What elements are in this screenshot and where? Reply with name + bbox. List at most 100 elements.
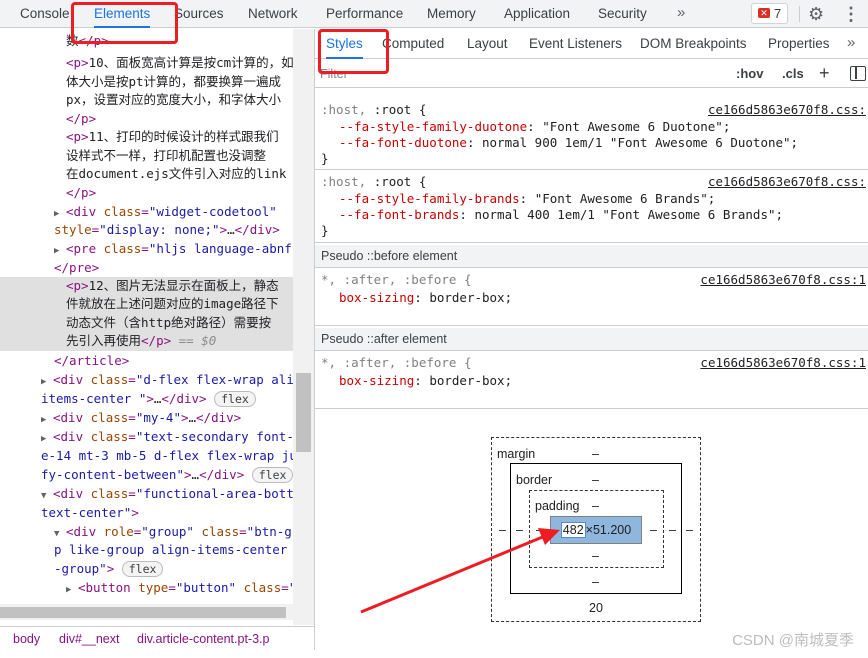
dom-node-attr[interactable]: fy-content-between">…</div> flex [41,466,294,485]
dom-node-text[interactable]: 在document.ejs文件引入对应的link [66,165,286,184]
dom-node-div[interactable]: ▶ <div class="text-secondary font-s [41,428,301,447]
tab-layout[interactable]: Layout [467,29,508,59]
dom-node-text[interactable]: 件就放在上述问题对应的image路径下 [0,295,293,314]
rule-source-link[interactable]: ce166d5863e670f8.css:1 [700,355,866,370]
dom-node-p-selected[interactable]: <p>12、图片无法显示在面板上，静态 [0,277,293,296]
breadcrumb: body div#__next div.article-content.pt-3… [0,626,314,650]
dom-node-div[interactable]: ▼ <div class="functional-area-botto [41,485,301,504]
dom-node-attr[interactable]: -group"> flex [54,560,164,579]
rule-source-link[interactable]: ce166d5863e670f8.css: [708,102,866,117]
border-left-value[interactable]: – [516,523,523,537]
tab-computed[interactable]: Computed [382,29,444,59]
tab-security[interactable]: Security [598,0,647,28]
class-toggle[interactable]: .cls [782,64,804,84]
rule-selector[interactable]: *, :after, :before { [321,355,472,371]
rule-selector[interactable]: :host, :root { [321,174,426,190]
padding-left-value[interactable]: – [536,523,543,537]
annotation-highlight-styles-tab [318,29,389,74]
elements-hscroll-thumb[interactable] [0,607,286,618]
dom-node-div[interactable]: ▶ <div class="widget-codetool" [54,203,277,222]
style-declaration[interactable]: box-sizing: border-box; [339,290,512,306]
dom-node-attr[interactable]: text-center"> [41,504,139,523]
dom-node-attr[interactable]: e-14 mt-3 mb-5 d-flex flex-wrap ju [41,447,297,466]
more-subtabs-chevron-icon[interactable]: » [847,29,855,59]
dom-node-text[interactable]: px，设置对应的宽度大小，和字体大小 [66,91,281,110]
new-style-rule-plus-icon[interactable]: + [819,62,830,84]
rule-selector[interactable]: :host, :root { [321,102,426,118]
tab-sources[interactable]: Sources [174,0,224,28]
dom-node-attr[interactable]: style="display: none;">…</div> [54,221,280,240]
dom-node-p[interactable]: <p>11、打印的时候设计的样式跟我们 [66,128,279,147]
pseudo-before-header: Pseudo ::before element [315,245,868,268]
breadcrumb-item-next[interactable]: div#__next [59,627,119,651]
dom-node-pre[interactable]: ▶ <pre class="hljs language-abnf" [54,240,299,259]
style-declaration[interactable]: box-sizing: border-box; [339,373,512,389]
margin-top-value[interactable]: – [592,447,599,461]
elements-vertical-scrollbar[interactable] [293,29,314,625]
rule-source-link[interactable]: ce166d5863e670f8.css:1 [700,272,866,287]
pseudo-after-header: Pseudo ::after element [315,328,868,351]
error-count-badge[interactable]: ✕ 7 [751,3,788,24]
dom-node-div[interactable]: ▶ <div class="my-4">…</div> [41,409,241,428]
dom-node-div[interactable]: ▶ <div class="d-flex flex-wrap alig [41,371,301,390]
margin-bottom-value[interactable]: 20 [589,601,603,615]
dom-node-text[interactable]: 动态文件（含http绝对路径）需要按 [0,314,293,333]
margin-label: margin [497,447,536,461]
padding-label: padding [535,499,580,513]
dom-node-attr[interactable]: p like-group align-items-center [54,541,287,560]
dom-node-p[interactable]: <p>10、面板宽高计算是按cm计算的，如果是选 [66,54,314,73]
dom-node-text[interactable]: 先引入再使用</p> == $0 [0,332,293,351]
content-height-value[interactable]: 51.200 [593,523,631,537]
dom-node-attr[interactable]: items-center ">…</div> flex [41,390,256,409]
tab-event-listeners[interactable]: Event Listeners [529,29,622,59]
content-width-value[interactable]: 482 [560,522,586,538]
dom-node-close[interactable]: </p> [66,110,96,129]
dom-node-button[interactable]: ▶<button type="button" class=" [66,579,296,598]
dom-node-close[interactable]: </pre> [54,259,99,278]
tab-properties[interactable]: Properties [768,29,830,59]
padding-top-value[interactable]: – [592,499,599,513]
tab-performance[interactable]: Performance [326,0,403,28]
hover-state-toggle[interactable]: :hov [736,64,763,84]
style-declaration[interactable]: --fa-font-duotone: normal 900 1em/1 "Fon… [339,135,798,151]
dom-node-text[interactable]: 体大小是按pt计算的，都要换算一遍成 [66,73,281,92]
tab-dom-breakpoints[interactable]: DOM Breakpoints [640,29,747,59]
margin-right-value[interactable]: – [686,523,693,537]
toolbar-divider [799,6,800,22]
settings-gear-icon[interactable]: ⚙ [808,3,824,25]
pseudo-before-rule: *, :after, :before { ce166d5863e670f8.cs… [315,269,868,326]
rule-selector[interactable]: *, :after, :before { [321,272,472,288]
tab-memory[interactable]: Memory [427,0,476,28]
tab-application[interactable]: Application [504,0,570,28]
padding-bottom-value[interactable]: – [592,549,599,563]
border-top-value[interactable]: – [592,473,599,487]
dom-node-div[interactable]: ▼ <div role="group" class="btn-gr [54,523,299,542]
style-declaration[interactable]: --fa-style-family-brands: "Font Awesome … [339,191,715,207]
flex-badge[interactable]: flex [121,561,164,577]
flex-badge[interactable]: flex [214,391,256,407]
elements-scroll-thumb[interactable] [296,373,311,452]
box-model-content[interactable]: 482 ×51.200 [550,516,642,544]
style-declaration[interactable]: --fa-style-family-duotone: "Font Awesome… [339,119,730,135]
margin-left-value[interactable]: – [499,523,506,537]
pseudo-after-rule: *, :after, :before { ce166d5863e670f8.cs… [315,352,868,409]
border-right-value[interactable]: – [669,523,676,537]
styles-filter-bar: :hov .cls + [315,60,868,88]
error-count: 7 [774,6,782,21]
flex-badge[interactable]: flex [251,467,294,483]
toggle-computed-sidebar-icon[interactable] [850,66,866,81]
breadcrumb-item-article-content[interactable]: div.article-content.pt-3.p [137,627,269,651]
breadcrumb-item-body[interactable]: body [13,627,40,651]
dom-node-text[interactable]: 设样式不一样，打印机配置也没调整 [66,147,266,166]
more-options-kebab-icon[interactable]: ⋮ [842,3,860,25]
rule-source-link[interactable]: ce166d5863e670f8.css: [708,174,866,189]
tab-network[interactable]: Network [248,0,298,28]
dom-node-close[interactable]: </p> [66,184,96,203]
padding-right-value[interactable]: – [650,523,657,537]
annotation-highlight-elements-tab [71,2,178,44]
more-tabs-chevron-icon[interactable]: » [677,0,685,28]
border-bottom-value[interactable]: – [592,575,599,589]
dom-node-close[interactable]: </article> [54,352,129,371]
style-declaration[interactable]: --fa-font-brands: normal 400 1em/1 "Font… [339,207,783,223]
tab-console[interactable]: Console [20,0,70,28]
